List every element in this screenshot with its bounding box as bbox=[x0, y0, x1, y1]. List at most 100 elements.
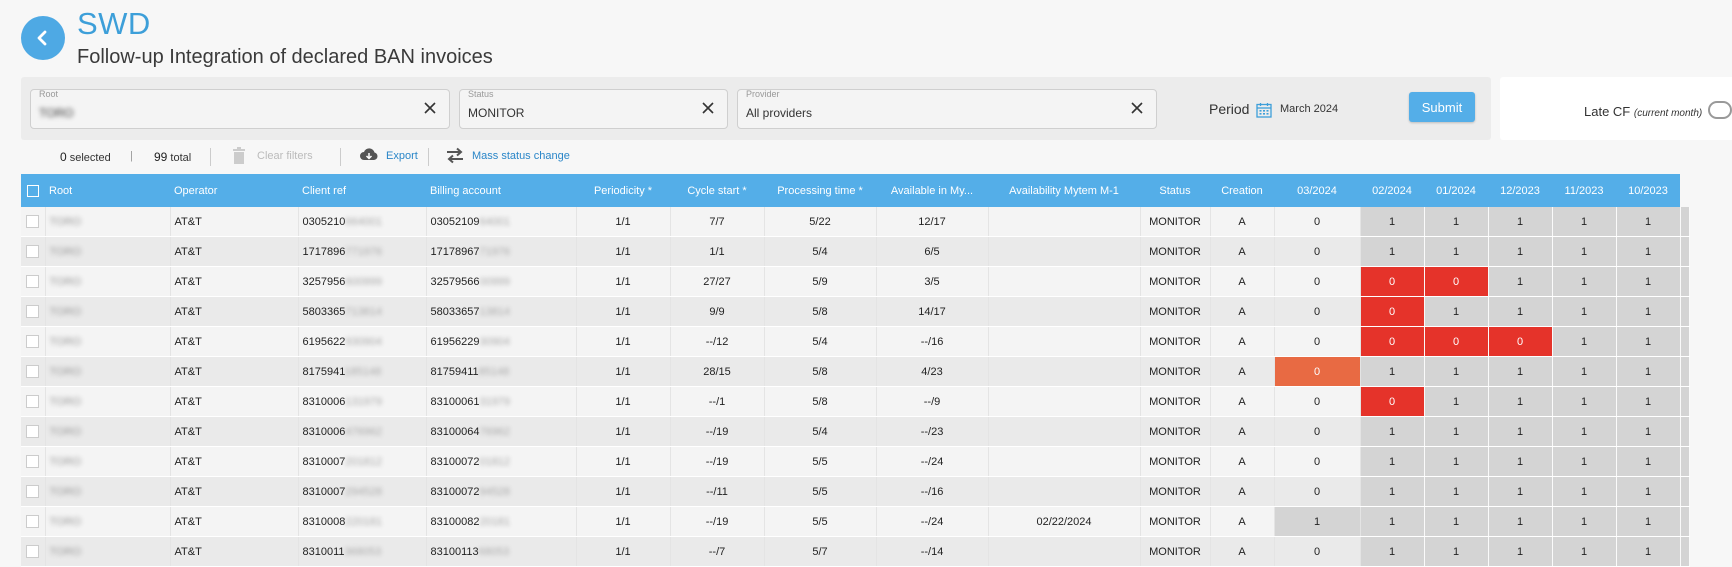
month-cell[interactable]: 1 bbox=[1616, 356, 1681, 387]
column-header-month-4[interactable]: 11/2023 bbox=[1552, 174, 1616, 207]
row-checkbox[interactable] bbox=[21, 476, 46, 507]
column-header-available[interactable]: Available in My... bbox=[876, 174, 988, 207]
table-row[interactable]: TORO AT&T 6195622930904 6195622930904 1/1 --/… bbox=[21, 326, 1690, 357]
clear-filters-button[interactable]: Clear filters bbox=[257, 150, 313, 162]
provider-filter-field[interactable]: Provider All providers bbox=[737, 89, 1157, 129]
month-cell[interactable]: 0 bbox=[1274, 356, 1361, 387]
column-header-month-3[interactable]: 12/2023 bbox=[1488, 174, 1552, 207]
month-cell[interactable]: 1 bbox=[1424, 236, 1489, 267]
table-row[interactable]: TORO AT&T 8310006131979 8310006131979 1/1 --/… bbox=[21, 386, 1690, 417]
month-cell[interactable]: 1 bbox=[1616, 296, 1681, 327]
row-checkbox[interactable] bbox=[21, 236, 46, 267]
month-cell[interactable]: 1 bbox=[1360, 506, 1425, 537]
column-header-root[interactable]: Root bbox=[45, 174, 170, 207]
table-row[interactable]: TORO AT&T 8310011368053 8310011368053 1/1 --/… bbox=[21, 536, 1690, 567]
column-header-operator[interactable]: Operator bbox=[170, 174, 298, 207]
clear-root-icon[interactable] bbox=[421, 99, 439, 117]
status-filter-field[interactable]: Status MONITOR bbox=[459, 89, 728, 129]
month-cell[interactable]: 0 bbox=[1274, 326, 1361, 357]
month-cell[interactable]: 0 bbox=[1274, 416, 1361, 447]
month-cell[interactable]: 1 bbox=[1616, 207, 1681, 237]
month-cell[interactable]: 1 bbox=[1424, 296, 1489, 327]
status-cell[interactable]: MONITOR bbox=[1140, 326, 1211, 357]
column-header-processing-time[interactable]: Processing time * bbox=[764, 174, 876, 207]
table-row[interactable]: TORO AT&T 8175941185148 8175941185148 1/1 28/… bbox=[21, 356, 1690, 387]
month-cell[interactable]: 1 bbox=[1424, 506, 1489, 537]
month-cell[interactable]: 1 bbox=[1616, 536, 1681, 567]
month-cell[interactable]: 1 bbox=[1424, 446, 1489, 477]
table-row[interactable]: TORO AT&T 5803365713814 5803365713814 1/1 9/9… bbox=[21, 296, 1690, 327]
status-cell[interactable]: MONITOR bbox=[1140, 266, 1211, 297]
month-cell[interactable]: 1 bbox=[1360, 356, 1425, 387]
table-row[interactable]: TORO AT&T 8310007201812 8310007201812 1/1 --/… bbox=[21, 446, 1690, 477]
month-cell[interactable]: 0 bbox=[1274, 266, 1361, 297]
month-cell[interactable]: 1 bbox=[1616, 506, 1681, 537]
month-cell[interactable]: 0 bbox=[1360, 326, 1425, 357]
month-cell[interactable]: 1 bbox=[1552, 296, 1617, 327]
month-cell[interactable]: 1 bbox=[1360, 476, 1425, 507]
month-cell[interactable]: 0 bbox=[1488, 326, 1553, 357]
calendar-icon[interactable] bbox=[1256, 102, 1272, 123]
status-cell[interactable]: MONITOR bbox=[1140, 536, 1211, 567]
back-button[interactable] bbox=[21, 16, 65, 60]
row-checkbox[interactable] bbox=[21, 416, 46, 447]
row-checkbox[interactable] bbox=[21, 207, 46, 237]
table-row[interactable]: TORO AT&T 8310006476962 8310006476962 1/1 --/… bbox=[21, 416, 1690, 447]
status-cell[interactable]: MONITOR bbox=[1140, 207, 1211, 237]
month-cell[interactable]: 1 bbox=[1424, 207, 1489, 237]
month-cell[interactable]: 0 bbox=[1360, 386, 1425, 417]
row-checkbox[interactable] bbox=[21, 506, 46, 537]
month-cell[interactable]: 1 bbox=[1552, 506, 1617, 537]
table-row[interactable]: TORO AT&T 0305210664001 0305210964001 1/1 7/7… bbox=[21, 207, 1690, 237]
export-button[interactable]: Export bbox=[386, 150, 418, 162]
month-cell[interactable]: 0 bbox=[1424, 326, 1489, 357]
table-row[interactable]: TORO AT&T 8310007294528 8310007294528 1/1 --/… bbox=[21, 476, 1690, 507]
clear-provider-icon[interactable] bbox=[1128, 99, 1146, 117]
status-cell[interactable]: MONITOR bbox=[1140, 296, 1211, 327]
month-cell[interactable]: 1 bbox=[1552, 386, 1617, 417]
column-header-cycle-start[interactable]: Cycle start * bbox=[670, 174, 764, 207]
month-cell[interactable]: 1 bbox=[1274, 506, 1361, 537]
column-header-month-0[interactable]: 03/2024 bbox=[1274, 174, 1360, 207]
month-cell[interactable]: 1 bbox=[1488, 207, 1553, 237]
column-header-client-ref[interactable]: Client ref bbox=[298, 174, 426, 207]
month-cell[interactable]: 1 bbox=[1488, 296, 1553, 327]
table-row[interactable]: TORO AT&T 3257956600999 3257956600999 1/1 27/… bbox=[21, 266, 1690, 297]
row-checkbox[interactable] bbox=[21, 356, 46, 387]
month-cell[interactable]: 0 bbox=[1274, 536, 1361, 567]
column-header-status[interactable]: Status bbox=[1140, 174, 1210, 207]
month-cell[interactable]: 1 bbox=[1488, 476, 1553, 507]
table-row[interactable]: TORO AT&T 8310008220181 8310008220181 1/1 --/… bbox=[21, 506, 1690, 537]
period-value[interactable]: March 2024 bbox=[1280, 103, 1338, 115]
column-header-billing-account[interactable]: Billing account bbox=[426, 174, 576, 207]
status-cell[interactable]: MONITOR bbox=[1140, 356, 1211, 387]
month-cell[interactable]: 1 bbox=[1488, 446, 1553, 477]
month-cell[interactable]: 1 bbox=[1616, 236, 1681, 267]
month-cell[interactable]: 1 bbox=[1488, 266, 1553, 297]
month-cell[interactable]: 1 bbox=[1616, 326, 1681, 357]
month-cell[interactable]: 1 bbox=[1552, 207, 1617, 237]
month-cell[interactable]: 1 bbox=[1488, 536, 1553, 567]
status-cell[interactable]: MONITOR bbox=[1140, 506, 1211, 537]
month-cell[interactable]: 1 bbox=[1552, 266, 1617, 297]
month-cell[interactable]: 1 bbox=[1360, 446, 1425, 477]
status-cell[interactable]: MONITOR bbox=[1140, 476, 1211, 507]
table-row[interactable]: TORO AT&T 1717896771976 1717896771976 1/1 1/1… bbox=[21, 236, 1690, 267]
month-cell[interactable]: 1 bbox=[1616, 386, 1681, 417]
month-cell[interactable]: 1 bbox=[1424, 476, 1489, 507]
column-header-creation[interactable]: Creation bbox=[1210, 174, 1274, 207]
month-cell[interactable]: 0 bbox=[1274, 207, 1361, 237]
month-cell[interactable]: 0 bbox=[1360, 266, 1425, 297]
month-cell[interactable]: 1 bbox=[1552, 536, 1617, 567]
month-cell[interactable]: 1 bbox=[1488, 236, 1553, 267]
root-filter-field[interactable]: Root TORO bbox=[30, 89, 450, 129]
month-cell[interactable]: 1 bbox=[1552, 326, 1617, 357]
month-cell[interactable]: 1 bbox=[1360, 236, 1425, 267]
month-cell[interactable]: 1 bbox=[1424, 356, 1489, 387]
submit-button[interactable]: Submit bbox=[1409, 92, 1475, 122]
column-header-periodicity[interactable]: Periodicity * bbox=[576, 174, 670, 207]
month-cell[interactable]: 1 bbox=[1552, 416, 1617, 447]
clear-status-icon[interactable] bbox=[699, 99, 717, 117]
month-cell[interactable]: 1 bbox=[1424, 386, 1489, 417]
column-header-availability-m1[interactable]: Availability Mytem M-1 bbox=[988, 174, 1140, 207]
